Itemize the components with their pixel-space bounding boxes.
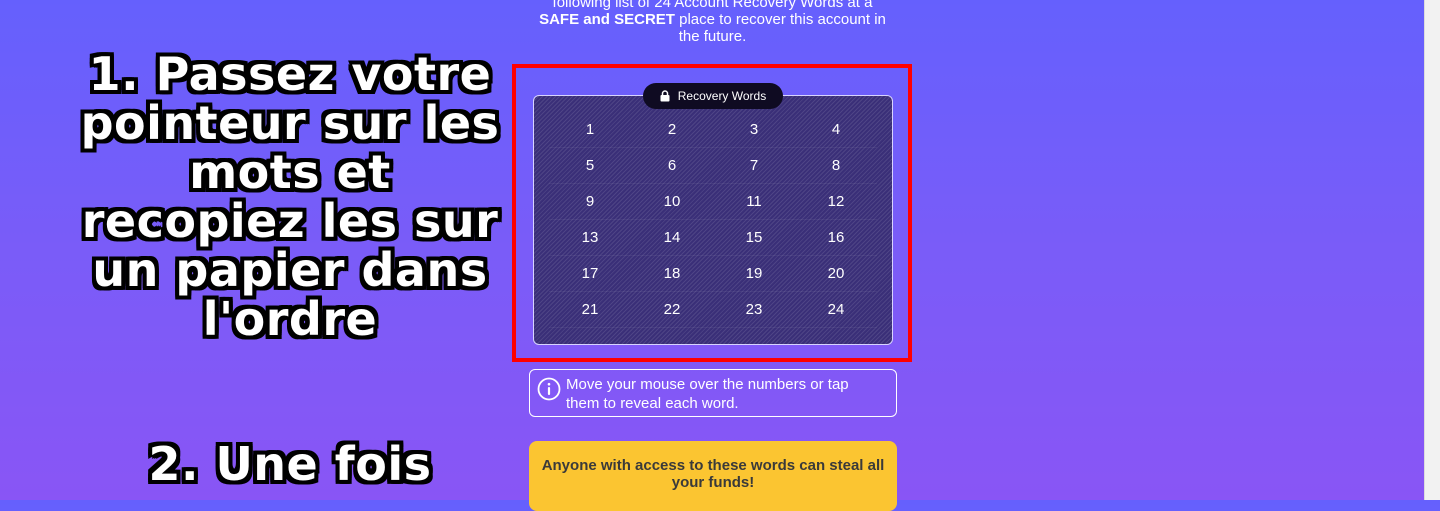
- intro-line-2: place to recover this account in: [674, 11, 886, 28]
- intro-text: following list of 24 Account Recovery Wo…: [520, 0, 905, 45]
- info-text: Move your mouse over the numbers or tap …: [566, 376, 849, 412]
- instruction-step-1: 1. Passez votre pointeur sur les mots et…: [80, 47, 500, 346]
- intro-line-1: following list of 24 Account Recovery Wo…: [552, 0, 873, 11]
- info-icon: [537, 377, 561, 401]
- scrollbar-thumb[interactable]: [1428, 0, 1436, 500]
- intro-line-3: the future.: [678, 28, 747, 45]
- instruction-step-2: 2. Une fois: [148, 437, 432, 491]
- warning-text: Anyone with access to these words can st…: [541, 457, 885, 491]
- info-box: Move your mouse over the numbers or tap …: [529, 369, 897, 417]
- highlight-frame: [512, 64, 912, 362]
- warning-box: Anyone with access to these words can st…: [529, 441, 897, 511]
- intro-safe-secret: SAFE and SECRET: [539, 11, 675, 28]
